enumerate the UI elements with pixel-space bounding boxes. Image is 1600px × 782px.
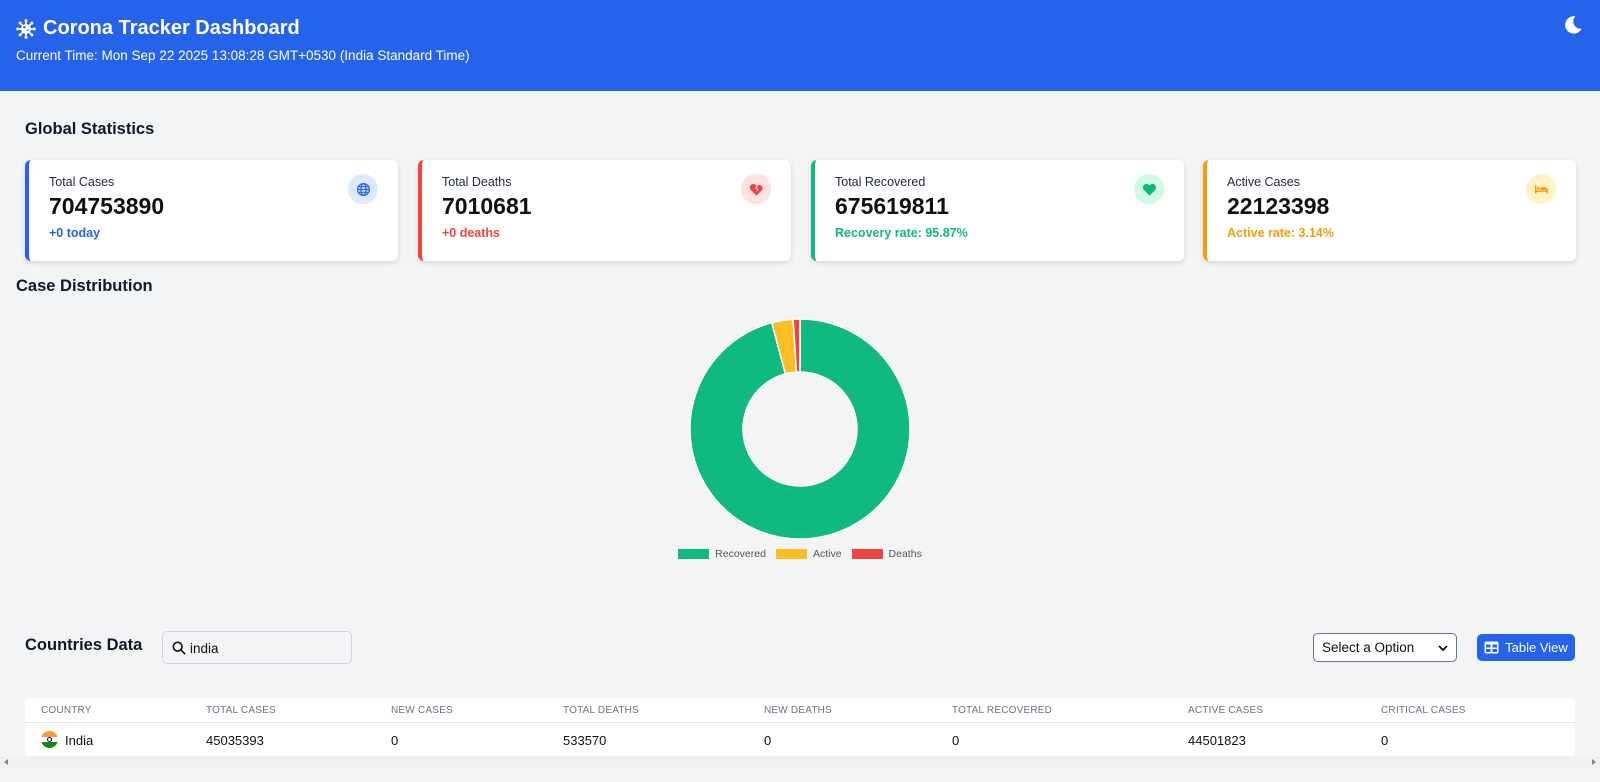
current-time: Current Time: Mon Sep 22 2025 13:08:28 G… bbox=[16, 48, 470, 63]
column-header-total-recovered[interactable]: Total Recovered bbox=[952, 705, 1052, 716]
table-row[interactable]: India 45035393 0 533570 0 0 44501823 0 bbox=[25, 724, 1575, 756]
legend-label: Recovered bbox=[715, 548, 766, 560]
scroll-left-arrow-icon[interactable] bbox=[4, 759, 8, 765]
legend-swatch bbox=[775, 549, 807, 559]
card-sub: +0 today bbox=[49, 226, 101, 240]
moon-icon[interactable] bbox=[1562, 14, 1584, 36]
table-header: Country Total Cases New Cases Total Deat… bbox=[25, 698, 1575, 723]
legend-item-deaths[interactable]: Deaths bbox=[851, 548, 922, 560]
cell-total-cases: 45035393 bbox=[206, 733, 264, 748]
case-distribution-chart bbox=[0, 310, 1600, 570]
card-value: 7010681 bbox=[442, 193, 532, 219]
table-view-button[interactable]: Table View bbox=[1477, 634, 1575, 661]
chevron-down-icon bbox=[1438, 644, 1448, 651]
column-header-total-deaths[interactable]: Total Deaths bbox=[563, 705, 639, 716]
global-statistics-title: Global Statistics bbox=[25, 120, 155, 138]
legend-swatch bbox=[851, 549, 883, 559]
cell-new-deaths: 0 bbox=[764, 733, 772, 748]
card-value: 704753890 bbox=[49, 193, 165, 219]
countries-data-title: Countries Data bbox=[25, 636, 143, 654]
horizontal-scrollbar[interactable] bbox=[0, 756, 1600, 768]
legend-label: Deaths bbox=[888, 548, 922, 560]
card-value: 675619811 bbox=[835, 193, 949, 219]
table-icon bbox=[1484, 641, 1499, 654]
india-flag-icon bbox=[41, 731, 58, 748]
legend-label: Active bbox=[812, 548, 842, 560]
cell-new-cases: 0 bbox=[391, 733, 399, 748]
heart-crack-icon bbox=[741, 174, 771, 204]
app-header: Corona Tracker Dashboard Current Time: M… bbox=[0, 0, 1600, 91]
card-sub: Active rate: 3.14% bbox=[1227, 226, 1335, 240]
virus-icon bbox=[16, 18, 36, 39]
search-icon bbox=[172, 641, 186, 655]
donut-chart bbox=[689, 318, 911, 540]
card-total-cases: Total Cases 704753890 +0 today bbox=[25, 160, 398, 261]
countries-table: Country Total Cases New Cases Total Deat… bbox=[25, 698, 1575, 756]
card-label: Total Recovered bbox=[835, 175, 926, 189]
cell-total-recovered: 0 bbox=[952, 733, 960, 748]
scroll-right-arrow-icon[interactable] bbox=[1592, 759, 1596, 765]
column-header-active-cases[interactable]: Active Cases bbox=[1188, 705, 1263, 716]
cell-critical-cases: 0 bbox=[1381, 733, 1389, 748]
card-sub: Recovery rate: 95.87% bbox=[835, 226, 968, 240]
legend-item-active[interactable]: Active bbox=[775, 548, 842, 560]
option-select[interactable]: Select a Option bbox=[1313, 633, 1457, 662]
globe-icon bbox=[348, 174, 378, 204]
app-title: Corona Tracker Dashboard bbox=[16, 17, 300, 40]
cell-total-deaths: 533570 bbox=[563, 733, 607, 748]
cell-country: India bbox=[65, 733, 94, 748]
card-label: Active Cases bbox=[1227, 175, 1300, 189]
search-input[interactable] bbox=[190, 636, 345, 660]
column-header-country[interactable]: Country bbox=[41, 705, 92, 716]
heart-icon bbox=[1134, 174, 1164, 204]
card-active-cases: Active Cases 22123398 Active rate: 3.14% bbox=[1203, 160, 1576, 261]
select-label: Select a Option bbox=[1322, 640, 1415, 655]
column-header-new-cases[interactable]: New Cases bbox=[391, 705, 453, 716]
country-search[interactable] bbox=[162, 631, 352, 664]
column-header-critical-cases[interactable]: Critical Cases bbox=[1381, 705, 1466, 716]
table-view-label: Table View bbox=[1505, 640, 1568, 655]
column-header-new-deaths[interactable]: New Deaths bbox=[764, 705, 832, 716]
legend-item-recovered[interactable]: Recovered bbox=[678, 548, 766, 560]
card-sub: +0 deaths bbox=[442, 226, 501, 240]
case-distribution-title: Case Distribution bbox=[16, 277, 153, 295]
chart-legend: Recovered Active Deaths bbox=[0, 548, 1600, 560]
bed-icon bbox=[1526, 174, 1556, 204]
card-value: 22123398 bbox=[1227, 193, 1330, 219]
card-total-recovered: Total Recovered 675619811 Recovery rate:… bbox=[811, 160, 1184, 261]
app-title-text: Corona Tracker Dashboard bbox=[43, 17, 300, 39]
card-total-deaths: Total Deaths 7010681 +0 deaths bbox=[418, 160, 791, 261]
card-label: Total Deaths bbox=[442, 175, 512, 189]
card-label: Total Cases bbox=[49, 175, 115, 189]
legend-swatch bbox=[678, 549, 710, 559]
cell-active-cases: 44501823 bbox=[1188, 733, 1246, 748]
column-header-total-cases[interactable]: Total Cases bbox=[206, 705, 276, 716]
